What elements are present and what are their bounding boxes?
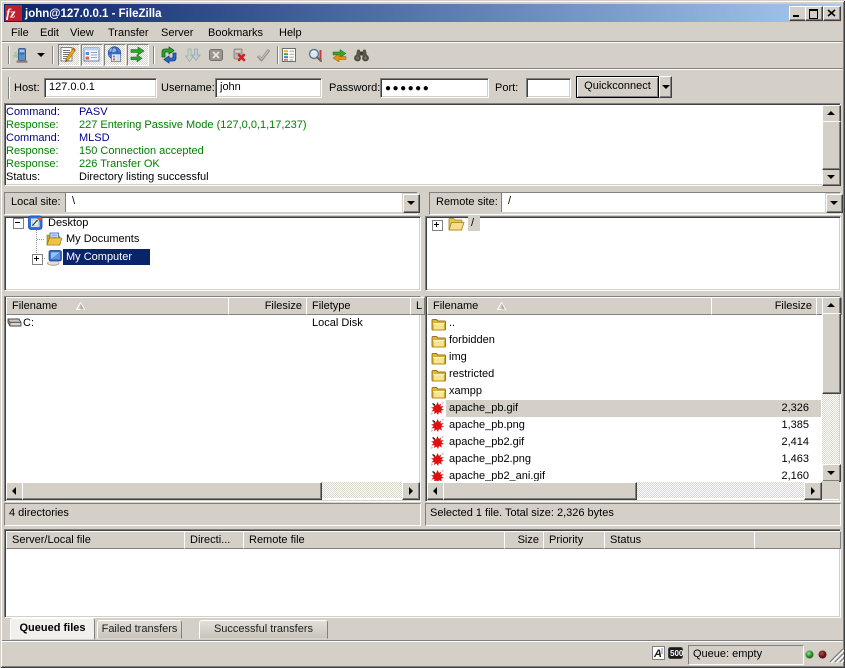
svg-text:500: 500 bbox=[670, 649, 683, 658]
svg-text:A: A bbox=[653, 648, 662, 660]
svg-text:fz: fz bbox=[6, 6, 16, 21]
